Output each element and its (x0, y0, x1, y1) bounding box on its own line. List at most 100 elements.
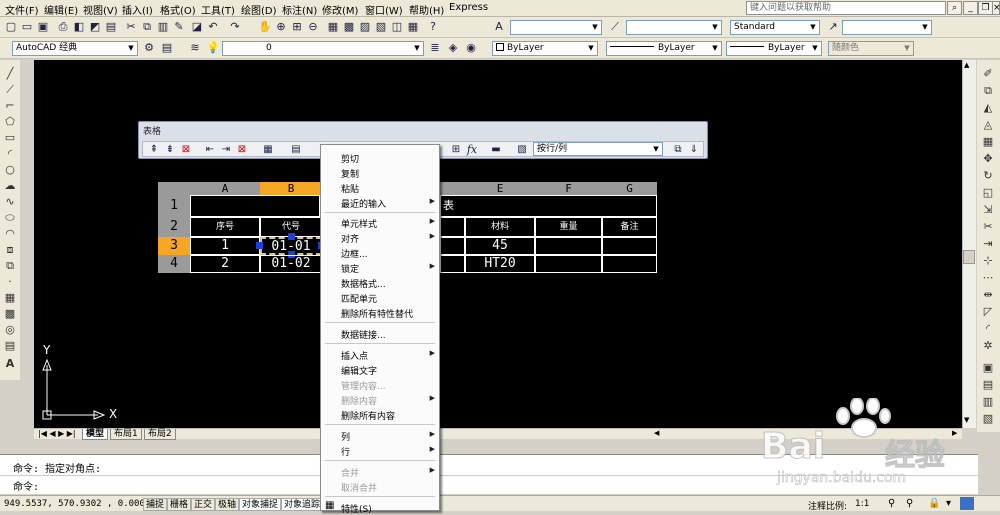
color-combo[interactable]: ByLayer ▼ (492, 41, 598, 56)
new-icon[interactable]: ▢ (4, 20, 18, 34)
menu-tools[interactable]: 工具(T) (201, 2, 235, 17)
otrack-button[interactable]: 对象追踪 (281, 498, 324, 511)
circle-icon[interactable]: ○ (2, 162, 18, 178)
explode-icon[interactable]: ✲ (980, 338, 996, 354)
layer-combo[interactable]: 0 ▼ (222, 41, 424, 56)
zoom-realtime-icon[interactable]: ⊕ (274, 20, 288, 34)
hatch-icon[interactable]: ▦ (2, 290, 18, 306)
break-icon[interactable]: ⋯ (980, 270, 996, 286)
lock-icon[interactable]: 🔒 (928, 498, 940, 509)
layer-manager-icon[interactable]: ≋ (188, 41, 202, 55)
rectangle-icon[interactable]: ▭ (2, 130, 18, 146)
preview-icon[interactable]: ◧ (72, 20, 86, 34)
column-header-b[interactable]: B (260, 182, 322, 195)
manage-content-icon[interactable]: ▬ (489, 143, 503, 157)
plot-style-combo[interactable]: 随颜色 ▼ (828, 41, 914, 56)
link-cell-icon[interactable]: ⧉ (671, 143, 685, 157)
offset-icon[interactable]: ◬ (980, 117, 996, 133)
column-header-f[interactable]: F (535, 182, 602, 195)
tool-palettes-icon[interactable]: ▨ (358, 20, 372, 34)
copy-object-icon[interactable]: ⧉ (980, 83, 996, 99)
text-to-front-icon[interactable]: ▤ (980, 377, 996, 393)
menu-item-rows[interactable]: 行 (341, 445, 350, 458)
table-cell[interactable]: 1 (190, 237, 260, 255)
rotate-icon[interactable]: ↻ (980, 168, 996, 184)
menu-item-cell-style[interactable]: 单元样式 (341, 217, 377, 230)
menu-window[interactable]: 窗口(W) (365, 2, 403, 17)
menu-view[interactable]: 视图(V) (83, 2, 118, 17)
chamfer-icon[interactable]: ◸ (980, 304, 996, 320)
menu-item-insert-point[interactable]: 插入点 (341, 349, 368, 362)
paste-icon[interactable]: ▥ (156, 20, 170, 34)
point-icon[interactable]: · (2, 274, 18, 290)
menu-draw[interactable]: 绘图(D) (241, 2, 277, 17)
move-icon[interactable]: ✥ (980, 151, 996, 167)
markup-icon[interactable]: ◫ (390, 20, 404, 34)
restore-icon[interactable]: ❐ (978, 1, 993, 15)
mirror-icon[interactable]: ◭ (980, 100, 996, 116)
workspace-save-icon[interactable]: ▤ (160, 41, 174, 55)
menu-item-lock[interactable]: 锁定 (341, 262, 359, 275)
ellipse-arc-icon[interactable]: ◠ (2, 226, 18, 242)
menu-dimension[interactable]: 标注(N) (282, 2, 317, 17)
table-cell[interactable]: 01-02 (260, 255, 322, 273)
pan-icon[interactable]: ✋ (258, 20, 272, 34)
insert-block-icon[interactable]: ⧈ (2, 242, 18, 258)
open-icon[interactable]: ▭ (20, 20, 34, 34)
array-icon[interactable]: ▦ (980, 134, 996, 150)
ortho-button[interactable]: 正交 (191, 498, 216, 511)
menu-help[interactable]: 帮助(H) (409, 2, 444, 17)
menu-item-merge[interactable]: 合并 (341, 466, 359, 479)
row-header-2[interactable]: 2 (158, 217, 190, 237)
insert-column-left-icon[interactable]: ⇤ (203, 143, 217, 157)
draworder-icon[interactable]: ▣ (980, 360, 996, 376)
vertical-scrollbar[interactable]: ▲ ▼ (962, 60, 976, 428)
fillet-icon[interactable]: ◜ (980, 321, 996, 337)
plot-icon[interactable]: ▤ (104, 20, 118, 34)
menu-item-manage-content[interactable]: 管理内容... (341, 379, 386, 392)
publish-icon[interactable]: ◩ (88, 20, 102, 34)
menu-item-unmerge[interactable]: 取消合并 (341, 481, 377, 494)
help-search-input[interactable]: 键入问题以获取帮助 (746, 1, 946, 15)
redo-icon[interactable]: ↷ (228, 20, 242, 34)
table-style-combo[interactable]: Standard ▼ (730, 20, 820, 35)
trim-icon[interactable]: ✂ (980, 219, 996, 235)
menu-modify[interactable]: 修改(M) (322, 2, 358, 17)
break-point-icon[interactable]: ⊹ (980, 253, 996, 269)
multileader-style-combo[interactable]: ▼ (842, 20, 932, 35)
block-editor-icon[interactable]: ◪ (190, 20, 204, 34)
match-properties-icon[interactable]: ✎ (172, 20, 186, 34)
menu-item-copy[interactable]: 复制 (341, 167, 359, 180)
table-cell[interactable] (535, 237, 602, 255)
menu-item-cut[interactable]: 剪切 (341, 152, 359, 165)
row-header-3[interactable]: 3 (158, 237, 190, 255)
insert-row-below-icon[interactable]: ⇟ (163, 143, 177, 157)
linetype-combo[interactable]: ByLayer ▼ (606, 41, 722, 56)
table-cell[interactable]: 序号 (190, 217, 260, 237)
insert-row-above-icon[interactable]: ⇞ (147, 143, 161, 157)
tab-nav-icons[interactable]: |◀ ◀ ▶ ▶| (38, 429, 76, 438)
polygon-icon[interactable]: ⬠ (2, 114, 18, 130)
scroll-up-icon[interactable]: ▲ (964, 61, 969, 69)
revcloud-icon[interactable]: ☁ (2, 178, 18, 194)
delete-column-icon[interactable]: ⊠ (235, 143, 249, 157)
menu-item-columns[interactable]: 列 (341, 430, 350, 443)
menu-item-delete-content[interactable]: 删除内容 (341, 394, 377, 407)
insert-column-right-icon[interactable]: ⇥ (219, 143, 233, 157)
tab-model[interactable]: 模型 (82, 429, 109, 440)
gradient-icon[interactable]: ▩ (2, 306, 18, 322)
scale-icon[interactable]: ◱ (980, 185, 996, 201)
annotation-visibility-icon[interactable]: ⚲ (888, 498, 895, 509)
menu-item-borders[interactable]: 边框... (341, 247, 368, 260)
delete-row-icon[interactable]: ⊠ (179, 143, 193, 157)
calculator-icon[interactable]: ▦ (406, 20, 420, 34)
text-style-combo[interactable]: ▼ (510, 20, 602, 35)
match-cell-icon[interactable]: ▧ (515, 143, 529, 157)
menu-item-data-format[interactable]: 数据格式... (341, 277, 386, 290)
menu-item-edit-text[interactable]: 编辑文字 (341, 364, 377, 377)
table-cell[interactable]: 备注 (602, 217, 657, 237)
table-cell[interactable]: 重量 (535, 217, 602, 237)
cut-icon[interactable]: ✂ (124, 20, 138, 34)
tray-settings-icon[interactable]: ▾ (946, 498, 951, 509)
properties-icon[interactable]: ▦ (326, 20, 340, 34)
